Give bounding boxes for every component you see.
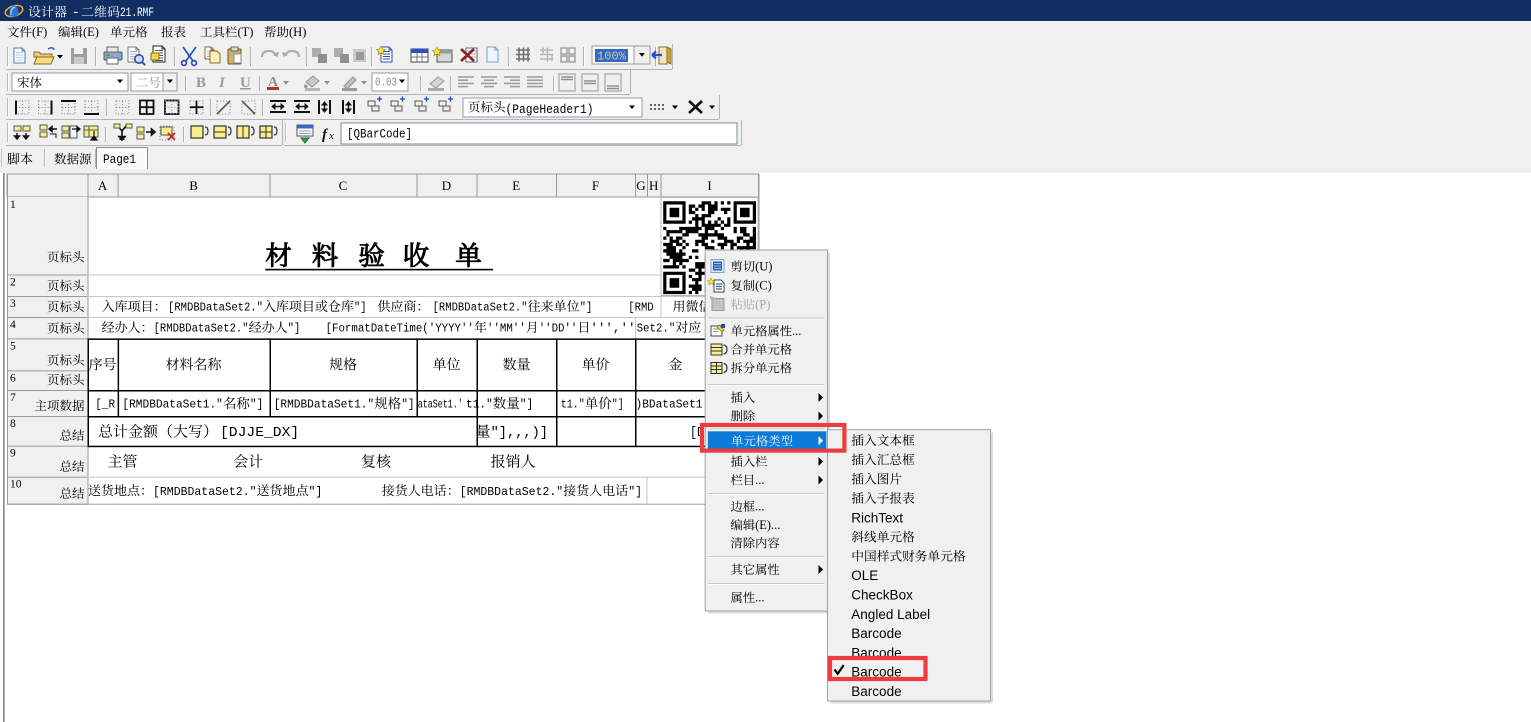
svg-text:"]: "]: [628, 485, 642, 499]
svg-text:[RMDBDataSet1.": [RMDBDataSet1.": [274, 398, 375, 412]
svg-text:21.RMF: 21.RMF: [120, 5, 154, 20]
svg-text:H: H: [649, 178, 658, 193]
svg-text:D: D: [442, 178, 451, 193]
svg-text:(U): (U): [755, 259, 772, 273]
svg-text:A: A: [98, 178, 108, 193]
svg-text:8: 8: [10, 418, 16, 430]
svg-text:[DJJE_DX]: [DJJE_DX]: [220, 425, 299, 441]
svg-text:10: 10: [10, 479, 22, 491]
svg-text:Barcode: Barcode: [851, 626, 901, 641]
svg-text:7: 7: [10, 392, 16, 404]
svg-text:"]: "]: [580, 301, 593, 315]
svg-text:t1.": t1.": [466, 398, 493, 412]
svg-text:B: B: [189, 178, 198, 193]
svg-text:Page1: Page1: [103, 152, 136, 167]
svg-text:(E): (E): [83, 25, 99, 39]
svg-text:G: G: [636, 178, 645, 193]
svg-text:[FormatDateTime('YYYY'': [FormatDateTime('YYYY'': [326, 322, 474, 336]
svg-text:...: ...: [755, 500, 764, 514]
svg-text:"]: "]: [520, 398, 533, 412]
svg-text:B: B: [196, 75, 206, 91]
svg-text:...: ...: [792, 324, 801, 338]
svg-text:ataSet1.': ataSet1.': [418, 398, 463, 412]
svg-text:F: F: [592, 178, 599, 193]
svg-text:[RMDBDataSet2.": [RMDBDataSet2.": [460, 485, 564, 499]
svg-text:"]: "]: [309, 485, 323, 499]
svg-text:Angled Label: Angled Label: [851, 607, 930, 622]
svg-text:Barcode: Barcode: [851, 684, 901, 699]
svg-text:(E)...: (E)...: [755, 518, 780, 532]
svg-text:"]: "]: [250, 398, 263, 412]
svg-text:[RMDBDataSet2.": [RMDBDataSet2.": [153, 485, 257, 499]
svg-text:''DD'': ''DD'': [539, 322, 578, 336]
svg-text:9: 9: [10, 448, 16, 460]
svg-text:1: 1: [10, 199, 16, 211]
svg-text:(H): (H): [289, 25, 306, 39]
svg-text:RichText: RichText: [851, 510, 903, 525]
svg-text:I: I: [707, 178, 711, 193]
svg-text:(T): (T): [238, 25, 254, 39]
svg-text:x: x: [328, 130, 334, 142]
svg-text:[RMDBDataSet2.": [RMDBDataSet2.": [433, 301, 528, 315]
svg-text:3: 3: [10, 298, 16, 310]
svg-text:...: ...: [755, 591, 764, 605]
svg-text:CheckBox: CheckBox: [851, 588, 913, 603]
svg-text:(F): (F): [32, 25, 47, 39]
svg-text:-: -: [72, 5, 80, 20]
svg-text:0.03: 0.03: [375, 77, 397, 90]
svg-text:"]: "]: [401, 398, 414, 412]
svg-text:t1.": t1.": [561, 398, 585, 412]
svg-text:"]: "]: [612, 398, 624, 412]
svg-text:[RMDBDataSet2.": [RMDBDataSet2.": [168, 301, 263, 315]
svg-text:)BDataSet1.": )BDataSet1.": [636, 398, 716, 412]
svg-text:Set2.": Set2.": [637, 322, 676, 336]
svg-text:"]: "]: [288, 322, 301, 336]
svg-text:5: 5: [10, 340, 16, 352]
svg-text:(C): (C): [755, 279, 772, 293]
svg-text:2: 2: [10, 277, 16, 289]
svg-text:(PageHeader1): (PageHeader1): [506, 103, 594, 117]
svg-text:I: I: [218, 75, 226, 91]
svg-text:U: U: [240, 75, 251, 91]
svg-text:4: 4: [10, 319, 16, 331]
svg-text:C: C: [339, 178, 348, 193]
svg-text:[QBarCode]: [QBarCode]: [347, 128, 412, 142]
svg-text:[_R: [_R: [95, 398, 115, 412]
svg-text:(P): (P): [755, 298, 770, 312]
svg-text:100%: 100%: [597, 51, 626, 64]
svg-text:[RMD: [RMD: [628, 301, 653, 315]
svg-text:"],,,)]: "],,,)]: [491, 425, 548, 441]
svg-text:6: 6: [10, 372, 16, 384]
svg-text:[RMDBDataSet2.": [RMDBDataSet2.": [154, 322, 249, 336]
svg-text:"]: "]: [354, 301, 367, 315]
svg-text:...: ...: [755, 473, 764, 487]
svg-text:OLE: OLE: [851, 568, 878, 583]
svg-text:''MM'': ''MM'': [487, 322, 526, 336]
svg-text:E: E: [512, 178, 520, 193]
svg-text:[RMDBDataSet1.": [RMDBDataSet1.": [122, 398, 222, 412]
svg-text:''','': ''','': [590, 322, 635, 336]
